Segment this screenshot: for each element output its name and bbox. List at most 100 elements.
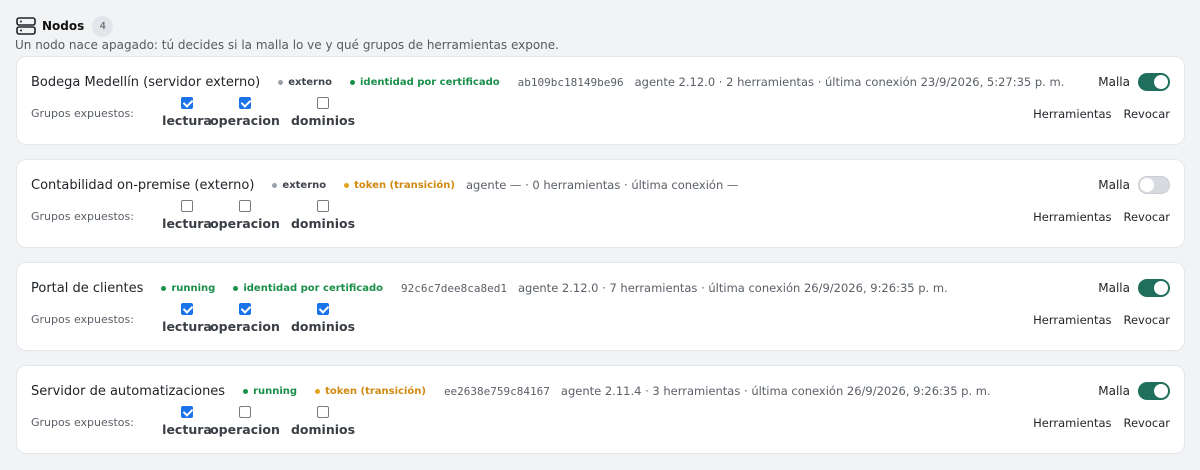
node-card: Bodega Medellín (servidor externo) exter… bbox=[16, 56, 1185, 145]
status-dot bbox=[243, 388, 249, 394]
group-checkbox[interactable] bbox=[239, 97, 251, 109]
group-label: operacion bbox=[210, 113, 280, 128]
status-dot bbox=[278, 79, 284, 85]
tools-button[interactable]: Herramientas bbox=[1033, 210, 1111, 224]
group-dominios: dominios bbox=[283, 200, 363, 231]
node-fingerprint: 92c6c7dee8ca8ed1 bbox=[401, 281, 507, 295]
group-operacion: operacion bbox=[205, 200, 285, 231]
groups-row: Grupos expuestos: lectura operacion domini… bbox=[31, 404, 531, 444]
node-fingerprint: ab109bc18149be96 bbox=[517, 75, 624, 89]
status-badge: running bbox=[161, 283, 215, 294]
group-operacion: operacion bbox=[205, 406, 285, 437]
malla-toggle[interactable] bbox=[1138, 176, 1170, 194]
auth-badge: token (transición) bbox=[344, 180, 455, 191]
group-label: dominios bbox=[290, 319, 356, 334]
malla-label: Malla bbox=[1098, 384, 1130, 398]
group-label: dominios bbox=[290, 113, 356, 128]
toggle-knob bbox=[1154, 384, 1168, 398]
groups-label: Grupos expuestos: bbox=[31, 416, 134, 429]
tools-button[interactable]: Herramientas bbox=[1033, 416, 1111, 430]
group-label: dominios bbox=[290, 422, 356, 437]
auth-badge: identidad por certificado bbox=[349, 77, 500, 88]
group-label: dominios bbox=[290, 216, 356, 231]
node-meta: agente 2.11.4 · 3 herramientas · última … bbox=[560, 384, 991, 398]
node-meta: agente 2.12.0 · 7 herramientas · última … bbox=[517, 281, 948, 295]
group-checkbox[interactable] bbox=[317, 406, 329, 418]
revoke-button[interactable]: Revocar bbox=[1124, 210, 1171, 224]
malla-toggle[interactable] bbox=[1138, 279, 1170, 297]
groups-row: Grupos expuestos: lectura operacion domini… bbox=[31, 198, 531, 238]
group-checkbox[interactable] bbox=[317, 303, 329, 315]
page-title: Nodos bbox=[42, 19, 85, 33]
auth-badge: identidad por certificado bbox=[233, 283, 383, 294]
toggle-knob bbox=[1154, 281, 1168, 295]
revoke-button[interactable]: Revocar bbox=[1124, 107, 1171, 121]
nodes-header: Nodos 4 bbox=[16, 15, 114, 37]
groups-row: Grupos expuestos: lectura operacion domini… bbox=[31, 301, 531, 341]
group-operacion: operacion bbox=[205, 97, 285, 128]
group-dominios: dominios bbox=[283, 303, 363, 334]
group-checkbox[interactable] bbox=[239, 200, 251, 212]
node-header-row: Portal de clientes running identidad por… bbox=[31, 277, 1170, 299]
node-card: Contabilidad on-premise (externo) extern… bbox=[16, 159, 1185, 248]
node-header-row: Servidor de automatizaciones running tok… bbox=[31, 380, 1170, 402]
revoke-button[interactable]: Revocar bbox=[1124, 416, 1171, 430]
group-checkbox[interactable] bbox=[239, 406, 251, 418]
node-name: Bodega Medellín (servidor externo) bbox=[31, 74, 261, 90]
node-card: Servidor de automatizaciones running tok… bbox=[16, 365, 1185, 454]
toggle-knob bbox=[1154, 75, 1168, 89]
tools-button[interactable]: Herramientas bbox=[1033, 107, 1111, 121]
auth-dot bbox=[344, 182, 350, 188]
group-dominios: dominios bbox=[283, 97, 363, 128]
node-meta: agente 2.12.0 · 2 herramientas · última … bbox=[634, 75, 1065, 89]
status-dot bbox=[161, 285, 167, 291]
group-checkbox[interactable] bbox=[181, 97, 193, 109]
group-label: operacion bbox=[210, 319, 280, 334]
groups-row: Grupos expuestos: lectura operacion domini… bbox=[31, 95, 531, 135]
node-actions: Herramientas Revocar bbox=[1033, 313, 1170, 327]
node-card: Portal de clientes running identidad por… bbox=[16, 262, 1185, 351]
group-checkbox[interactable] bbox=[317, 200, 329, 212]
group-dominios: dominios bbox=[283, 406, 363, 437]
group-checkbox[interactable] bbox=[239, 303, 251, 315]
server-icon bbox=[16, 17, 36, 35]
page-subtitle: Un nodo nace apagado: tú decides si la m… bbox=[15, 38, 559, 52]
group-checkbox[interactable] bbox=[317, 97, 329, 109]
group-checkbox[interactable] bbox=[181, 406, 193, 418]
node-fingerprint: ee2638e759c84167 bbox=[443, 384, 550, 398]
group-label: operacion bbox=[210, 216, 280, 231]
status-badge: externo bbox=[278, 77, 332, 88]
group-checkbox[interactable] bbox=[181, 200, 193, 212]
tools-button[interactable]: Herramientas bbox=[1033, 313, 1111, 327]
node-header-row: Bodega Medellín (servidor externo) exter… bbox=[31, 71, 1170, 93]
malla-label: Malla bbox=[1098, 281, 1130, 295]
status-badge: running bbox=[243, 386, 297, 397]
revoke-button[interactable]: Revocar bbox=[1124, 313, 1171, 327]
group-checkbox[interactable] bbox=[181, 303, 193, 315]
node-meta: agente — · 0 herramientas · última conex… bbox=[465, 178, 739, 192]
auth-badge: token (transición) bbox=[315, 386, 426, 397]
node-actions: Herramientas Revocar bbox=[1033, 107, 1170, 121]
groups-label: Grupos expuestos: bbox=[31, 107, 134, 120]
node-name: Contabilidad on-premise (externo) bbox=[31, 177, 255, 193]
status-dot bbox=[272, 182, 278, 188]
toggle-knob bbox=[1140, 178, 1154, 192]
group-label: operacion bbox=[210, 422, 280, 437]
node-actions: Herramientas Revocar bbox=[1033, 210, 1170, 224]
node-name: Servidor de automatizaciones bbox=[31, 383, 226, 399]
node-header-row: Contabilidad on-premise (externo) extern… bbox=[31, 174, 1170, 196]
malla-label: Malla bbox=[1098, 178, 1130, 192]
status-badge: externo bbox=[272, 180, 326, 191]
malla-toggle[interactable] bbox=[1138, 382, 1170, 400]
node-actions: Herramientas Revocar bbox=[1033, 416, 1170, 430]
malla-label: Malla bbox=[1098, 75, 1130, 89]
groups-label: Grupos expuestos: bbox=[31, 313, 134, 326]
groups-label: Grupos expuestos: bbox=[31, 210, 134, 223]
group-operacion: operacion bbox=[205, 303, 285, 334]
malla-toggle[interactable] bbox=[1138, 73, 1170, 91]
node-count-badge: 4 bbox=[92, 15, 114, 37]
auth-dot bbox=[315, 388, 321, 394]
auth-dot bbox=[233, 285, 239, 291]
auth-dot bbox=[349, 79, 355, 85]
node-name: Portal de clientes bbox=[31, 280, 144, 296]
